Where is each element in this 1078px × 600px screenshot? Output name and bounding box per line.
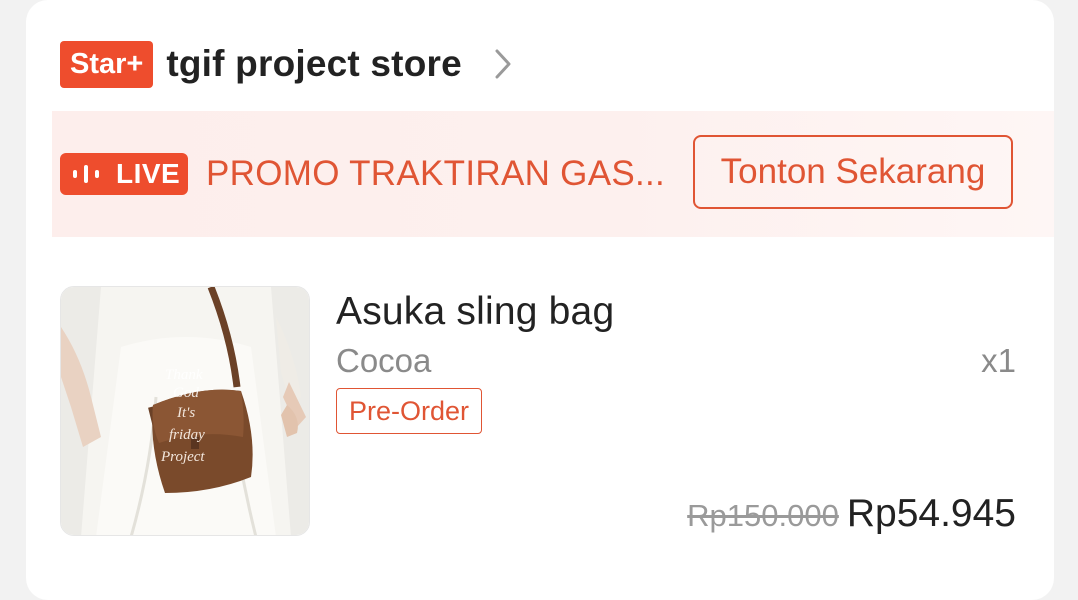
image-text-line: Project (160, 449, 205, 465)
store-header[interactable]: Star+ tgif project store (60, 40, 518, 88)
product-name[interactable]: Asuka sling bag (336, 290, 614, 334)
final-price: Rp54.945 (846, 492, 1016, 535)
price-row: Rp150.000 Rp54.945 (687, 492, 1016, 536)
preorder-tag: Pre-Order (336, 388, 483, 434)
live-promo-title[interactable]: PROMO TRAKTIRAN GAS... (206, 154, 665, 194)
order-card: Star+ tgif project store LIVE PROMO TRAK… (26, 0, 1054, 600)
watch-now-button[interactable]: Tonton Sekarang (693, 135, 1013, 209)
chevron-right-icon[interactable] (488, 44, 518, 84)
store-name[interactable]: tgif project store (166, 43, 462, 85)
live-banner[interactable]: LIVE PROMO TRAKTIRAN GAS... Tonton Sekar… (52, 111, 1054, 237)
live-badge: LIVE (60, 153, 188, 195)
product-image[interactable]: Thank God It's friday Project (60, 286, 310, 536)
live-bars-icon (73, 165, 99, 183)
product-quantity: x1 (981, 342, 1016, 379)
image-text-line: friday (169, 427, 205, 443)
star-plus-badge: Star+ (60, 40, 154, 88)
image-text-line: It's (176, 405, 195, 421)
original-price: Rp150.000 (687, 498, 839, 533)
live-label: LIVE (116, 158, 181, 189)
product-variant: Cocoa (336, 342, 432, 379)
image-text-line: Thank (165, 367, 203, 383)
image-text-line: God (173, 385, 199, 401)
